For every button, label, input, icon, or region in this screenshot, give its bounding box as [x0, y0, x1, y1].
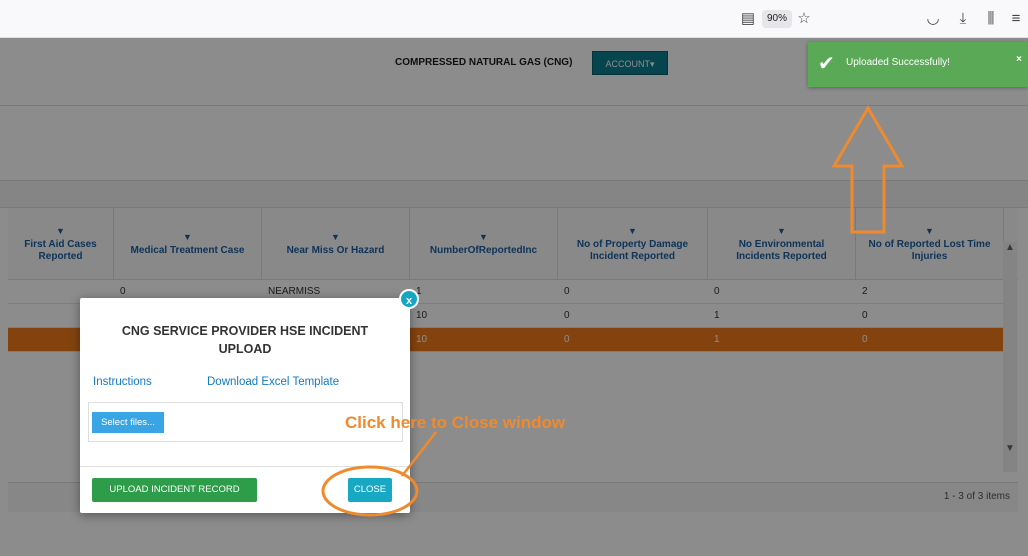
reader-view-icon[interactable]: ▤	[740, 10, 756, 28]
pocket-icon[interactable]: ◡	[925, 10, 941, 28]
upload-dialog: CNG SERVICE PROVIDER HSE INCIDENT UPLOAD…	[80, 298, 410, 513]
zoom-level[interactable]: 90%	[762, 10, 792, 28]
close-button[interactable]: CLOSE	[348, 478, 392, 502]
dialog-title: CNG SERVICE PROVIDER HSE INCIDENT UPLOAD	[121, 324, 369, 356]
instructions-link[interactable]: Instructions	[93, 376, 152, 388]
close-icon[interactable]: x	[399, 289, 419, 309]
library-icon[interactable]: ⫼	[983, 10, 999, 28]
checkmark-icon: ✔	[818, 53, 835, 75]
annotation-text: Click here to Close window	[345, 413, 566, 432]
upload-incident-record-button[interactable]: UPLOAD INCIDENT RECORD	[92, 478, 257, 502]
bookmark-star-icon[interactable]: ☆	[796, 10, 812, 28]
menu-icon[interactable]: ≡	[1008, 10, 1024, 28]
select-files-button[interactable]: Select files...	[92, 412, 164, 433]
download-icon[interactable]: ⤓	[955, 10, 971, 28]
divider	[80, 466, 410, 467]
download-template-link[interactable]: Download Excel Template	[207, 376, 339, 388]
toast-close-icon[interactable]: ×	[1016, 54, 1022, 65]
browser-toolbar: ▤ 90% ☆ ◡ ⤓ ⫼ ≡	[0, 0, 1028, 38]
toast-message: Uploaded Successfully!	[846, 57, 950, 68]
success-toast: ✔ Uploaded Successfully! ×	[808, 42, 1028, 87]
